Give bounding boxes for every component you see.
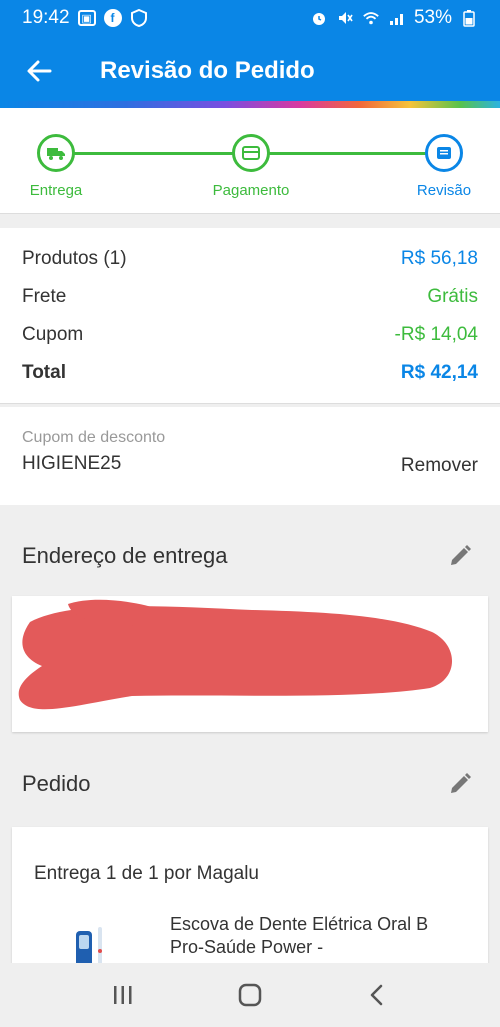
step-entrega: Entrega — [26, 134, 86, 199]
step-circle — [232, 134, 270, 172]
coupon-section: Cupom de desconto HIGIENE25 Remover — [0, 407, 500, 505]
products-value: R$ 56,18 — [400, 248, 478, 269]
battery-percent: 53% — [413, 7, 452, 28]
wifi-icon — [362, 9, 380, 27]
step-label: Revisão — [416, 182, 472, 199]
order-section-title: Pedido — [22, 771, 91, 796]
step-label: Pagamento — [212, 182, 290, 199]
brand-gradient-bar — [0, 101, 500, 108]
shield-icon — [130, 9, 148, 27]
total-value: R$ 42,14 — [400, 362, 478, 383]
shipping-label: Frete — [22, 286, 67, 307]
step-pagamento: Pagamento — [211, 134, 291, 199]
products-label: Produtos (1) — [22, 248, 127, 269]
back-button[interactable] — [0, 36, 78, 106]
remove-coupon-button[interactable]: Remover — [401, 455, 478, 477]
redaction-scribble — [18, 599, 453, 710]
order-card: Entrega 1 de 1 por Magalu Escova de Dent… — [12, 827, 488, 967]
step-circle — [425, 134, 463, 172]
recent-apps-button[interactable] — [93, 970, 153, 1020]
system-nav-bar — [0, 963, 500, 1027]
summary-row-products: Produtos (1) R$ 56,18 — [22, 240, 478, 278]
product-name[interactable]: Escova de Dente Elétrica Oral B Pro-Saúd… — [170, 913, 460, 959]
step-label: Entrega — [29, 182, 83, 199]
total-label: Total — [22, 362, 66, 383]
pencil-icon — [451, 545, 471, 565]
edit-order-button[interactable] — [442, 766, 478, 802]
coupon-field-label: Cupom de desconto — [22, 429, 166, 446]
order-summary: Produtos (1) R$ 56,18 Frete Grátis Cupom… — [0, 228, 500, 404]
mute-icon — [336, 9, 354, 27]
coupon-code: HIGIENE25 — [22, 453, 122, 474]
address-section-header: Endereço de entrega — [0, 526, 500, 586]
summary-row-total: Total R$ 42,14 — [22, 354, 478, 392]
checkout-stepper: Entrega Pagamento Revisão — [0, 108, 500, 214]
signal-icon — [388, 9, 406, 27]
coupon-label: Cupom — [22, 324, 84, 345]
delivery-title: Entrega 1 de 1 por Magalu — [34, 863, 259, 884]
shipping-value: Grátis — [427, 286, 478, 307]
app-bar: Revisão do Pedido — [0, 36, 500, 106]
pencil-icon — [451, 773, 471, 793]
card-icon — [242, 146, 260, 160]
product-image[interactable] — [70, 923, 112, 967]
page-title: Revisão do Pedido — [100, 57, 315, 84]
address-card[interactable] — [12, 596, 488, 732]
home-icon — [238, 983, 262, 1007]
review-icon — [437, 147, 451, 159]
system-back-button[interactable] — [347, 970, 407, 1020]
home-button[interactable] — [220, 970, 280, 1020]
alarm-icon — [310, 9, 328, 27]
status-time: 19:42 — [22, 7, 70, 28]
summary-row-coupon: Cupom -R$ 14,04 — [22, 316, 478, 354]
step-circle — [37, 134, 75, 172]
status-bar: 19:42 ▣ f 53% — [0, 0, 500, 36]
battery-icon — [460, 9, 478, 27]
back-arrow-icon — [27, 60, 52, 82]
coupon-value: -R$ 14,04 — [394, 324, 478, 345]
summary-row-shipping: Frete Grátis — [22, 278, 478, 316]
recent-apps-icon — [114, 986, 132, 1004]
step-revisao: Revisão — [412, 134, 476, 199]
gallery-icon: ▣ — [77, 10, 96, 26]
edit-address-button[interactable] — [442, 538, 478, 574]
chevron-left-icon — [370, 984, 382, 1006]
toothbrush-product-icon — [76, 927, 102, 967]
order-section-header: Pedido — [0, 754, 500, 814]
truck-icon — [47, 148, 65, 160]
facebook-icon: f — [103, 9, 122, 27]
address-section-title: Endereço de entrega — [22, 543, 228, 568]
